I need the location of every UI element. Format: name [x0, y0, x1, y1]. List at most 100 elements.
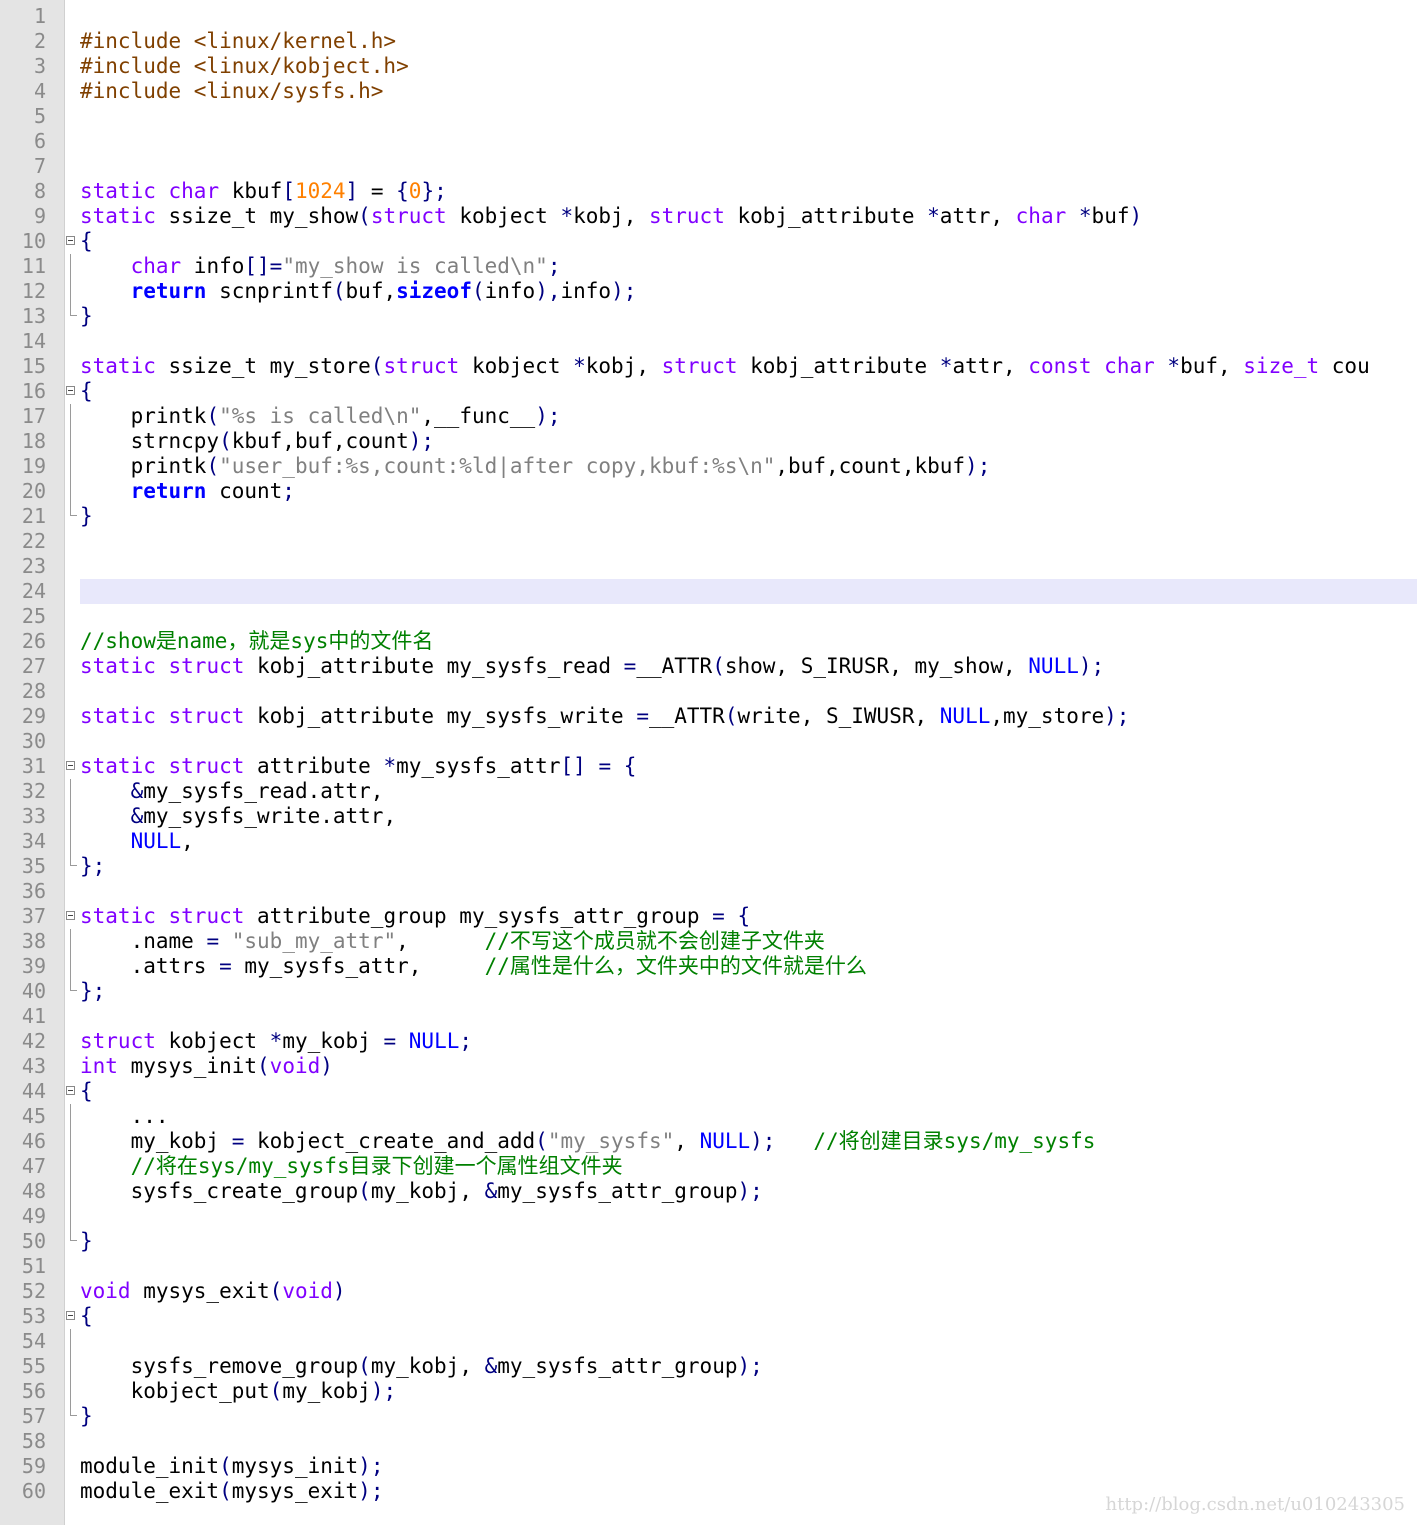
code-line[interactable]: 56 kobject_put(my_kobj);: [22, 1379, 1417, 1404]
code-line[interactable]: 16 {: [22, 379, 1417, 404]
code-line[interactable]: 50}: [22, 1229, 1417, 1254]
code-line[interactable]: 3 #include <linux/kobject.h>: [34, 54, 1417, 79]
code-line[interactable]: 6: [34, 129, 1417, 154]
code-token: =: [623, 654, 637, 678]
code-text: my_kobj = kobject_create_and_add("my_sys…: [80, 1129, 1096, 1153]
code-line[interactable]: 7: [34, 154, 1417, 179]
code-line[interactable]: 1: [34, 4, 1417, 29]
code-token: struct: [648, 204, 725, 228]
code-line[interactable]: 27 static struct kobj_attribute my_sysfs_…: [22, 654, 1417, 679]
code-line[interactable]: 18 strncpy(kbuf,buf,count);: [22, 429, 1417, 454]
code-line[interactable]: 53 {: [22, 1304, 1417, 1329]
code-token: ),: [535, 279, 561, 303]
code-line[interactable]: 46 my_kobj = kobject_create_and_add("my_…: [22, 1129, 1417, 1154]
code-token: =: [358, 179, 397, 203]
code-token: my_sysfs_attr_group: [497, 1179, 738, 1203]
code-line[interactable]: 17 printk("%s is called\n",__func__);: [22, 404, 1417, 429]
fold-toggle-icon[interactable]: [66, 1086, 75, 1095]
code-line[interactable]: 10 {: [22, 229, 1417, 254]
code-line[interactable]: 37 static struct attribute_group my_sysfs…: [22, 904, 1417, 929]
code-area[interactable]: 1 2 #include <linux/kernel.h> 3 #include <li…: [22, 4, 1417, 1504]
code-line[interactable]: 42 struct kobject *my_kobj = NULL;: [22, 1029, 1417, 1054]
code-line[interactable]: 36: [22, 879, 1417, 904]
code-line[interactable]: 21}: [22, 504, 1417, 529]
code-line[interactable]: 39 .attrs = my_sysfs_attr, //属性是什么，文件夹中的…: [22, 954, 1417, 979]
code-line[interactable]: 14: [22, 329, 1417, 354]
line-number: 42: [21, 1029, 46, 1053]
code-line[interactable]: 57}: [22, 1404, 1417, 1429]
code-editor[interactable]: 1 2 #include <linux/kernel.h> 3 #include <li…: [0, 0, 1417, 1525]
code-line[interactable]: 43 int mysys_init(void): [22, 1054, 1417, 1079]
fold-toggle-icon[interactable]: [66, 911, 75, 920]
code-text: {: [80, 1079, 93, 1103]
line-number: 34: [21, 829, 46, 853]
code-token: my_kobj: [282, 1379, 371, 1403]
code-token: ,: [181, 829, 194, 853]
code-line[interactable]: 13}: [22, 304, 1417, 329]
code-line[interactable]: 40};: [22, 979, 1417, 1004]
code-token: printk: [80, 404, 207, 428]
fold-toggle-icon[interactable]: [66, 236, 75, 245]
code-line[interactable]: 2 #include <linux/kernel.h>: [34, 29, 1417, 54]
code-line-current[interactable]: 24: [22, 579, 1417, 604]
code-text: #include <linux/sysfs.h>: [80, 79, 383, 103]
code-line[interactable]: 30: [22, 729, 1417, 754]
code-line[interactable]: 49: [22, 1204, 1417, 1229]
code-line[interactable]: 55 sysfs_remove_group(my_kobj, &my_sysfs…: [22, 1354, 1417, 1379]
code-line[interactable]: 59 module_init(mysys_init);: [22, 1454, 1417, 1479]
code-token: ssize_t my_store: [155, 354, 371, 378]
code-line[interactable]: 19 printk("user_buf:%s,count:%ld|after c…: [22, 454, 1417, 479]
code-token: struct: [383, 354, 460, 378]
line-number: 40: [21, 979, 46, 1003]
code-line[interactable]: 4 #include <linux/sysfs.h>: [34, 79, 1417, 104]
code-line[interactable]: 11 char info[]="my_show is called\n";: [22, 254, 1417, 279]
code-line[interactable]: 38 .name = "sub_my_attr", //不写这个成员就不会创建子…: [22, 929, 1417, 954]
code-line[interactable]: 29 static struct kobj_attribute my_sysfs_…: [22, 704, 1417, 729]
code-line[interactable]: 35};: [22, 854, 1417, 879]
code-token: my_kobj: [80, 1129, 232, 1153]
code-token: };: [80, 854, 106, 878]
code-line[interactable]: 32 &my_sysfs_read.attr,: [22, 779, 1417, 804]
line-number: 24: [21, 579, 46, 603]
code-line[interactable]: 25: [22, 604, 1417, 629]
line-number: 9: [33, 204, 46, 228]
code-token: *: [573, 354, 586, 378]
code-token: ;: [282, 479, 295, 503]
code-line[interactable]: 44 {: [22, 1079, 1417, 1104]
code-line[interactable]: 12 return scnprintf(buf,sizeof(info),inf…: [22, 279, 1417, 304]
code-line[interactable]: 31 static struct attribute *my_sysfs_attr…: [22, 754, 1417, 779]
code-line[interactable]: 26 //show是name，就是sys中的文件名: [22, 629, 1417, 654]
code-line[interactable]: 48 sysfs_create_group(my_kobj, &my_sysfs…: [22, 1179, 1417, 1204]
code-line[interactable]: 52 void mysys_exit(void): [22, 1279, 1417, 1304]
code-token: cou: [1319, 354, 1370, 378]
code-line[interactable]: 41: [22, 1004, 1417, 1029]
code-token: NULL: [939, 704, 991, 728]
code-line[interactable]: 20 return count;: [22, 479, 1417, 504]
code-line[interactable]: 9 static ssize_t my_show(struct kobject *…: [34, 204, 1417, 229]
code-line[interactable]: 34 NULL,: [22, 829, 1417, 854]
code-text: {: [80, 1304, 93, 1328]
line-number: 50: [21, 1229, 46, 1253]
code-line[interactable]: 47 //将在sys/my_sysfs目录下创建一个属性组文件夹: [22, 1154, 1417, 1179]
code-token: //属性是什么，文件夹中的文件就是什么: [484, 954, 867, 978]
code-line[interactable]: 28: [22, 679, 1417, 704]
code-line[interactable]: 33 &my_sysfs_write.attr,: [22, 804, 1417, 829]
code-line[interactable]: 15 static ssize_t my_store(struct kobject…: [22, 354, 1417, 379]
code-line[interactable]: 45 ...: [22, 1104, 1417, 1129]
code-line[interactable]: 54: [22, 1329, 1417, 1354]
code-line[interactable]: 23: [22, 554, 1417, 579]
code-token: );: [750, 1129, 776, 1153]
code-line[interactable]: 8 static char kbuf[1024] = {0};: [34, 179, 1417, 204]
line-number: 16: [21, 379, 46, 403]
code-line[interactable]: 58: [22, 1429, 1417, 1454]
fold-guide-line: [70, 1204, 71, 1229]
fold-guide-line: [70, 804, 71, 829]
code-line[interactable]: 22: [22, 529, 1417, 554]
code-line[interactable]: 5: [34, 104, 1417, 129]
code-text: return scnprintf(buf,sizeof(info),info);: [80, 279, 637, 303]
fold-toggle-icon[interactable]: [66, 761, 75, 770]
fold-toggle-icon[interactable]: [66, 386, 75, 395]
fold-toggle-icon[interactable]: [66, 1311, 75, 1320]
code-line[interactable]: 51: [22, 1254, 1417, 1279]
